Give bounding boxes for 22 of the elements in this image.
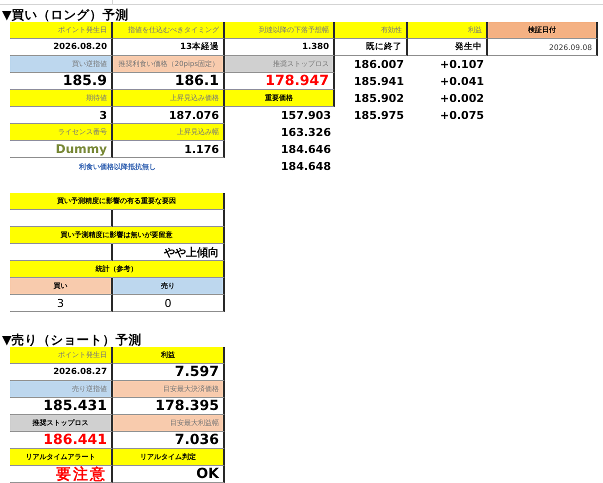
value-cell: 要注意 [10, 466, 113, 483]
value-cell-text: 185.902 [352, 91, 405, 107]
section-title: ▼買い（ロング）予測 [2, 7, 130, 22]
section-title: ▼売り（ショート）予測 [2, 332, 143, 347]
value-cell-text: 184.648 [280, 159, 332, 175]
value-cell-text: +0.107 [438, 57, 485, 73]
value-cell: Dummy [10, 141, 113, 158]
value-cell-text: +0.002 [438, 91, 485, 107]
value-cell: 0 [113, 295, 225, 312]
value-cell-text: +0.041 [438, 74, 485, 90]
value-cell-text: 184.646 [280, 142, 332, 158]
value-cell-text: +0.075 [438, 108, 485, 124]
value-cell: 1.176 [113, 141, 225, 158]
value-cell: OK [113, 466, 225, 483]
value-cell: 3 [10, 295, 113, 312]
value-cell-text: 185.941 [352, 74, 405, 90]
value-cell-text: 185.975 [352, 108, 405, 124]
value-cell: 発生中 [408, 39, 488, 56]
value-cell-text: 163.326 [280, 125, 332, 141]
value-cell: 既に終了 [335, 39, 408, 56]
value-cell-text: 157.903 [280, 108, 332, 124]
value-cell-text: 186.007 [352, 57, 405, 73]
